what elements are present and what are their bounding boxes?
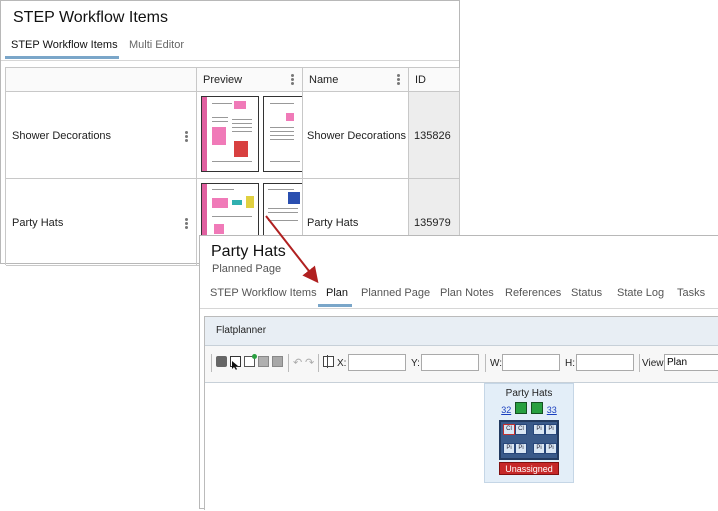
stop-icon[interactable] (216, 356, 227, 367)
next-arrow-icon[interactable] (531, 402, 544, 414)
item-name: Party Hats (307, 217, 359, 229)
page-slot[interactable]: Pi (515, 443, 527, 454)
tab-references[interactable]: References (505, 287, 561, 299)
x-input[interactable] (348, 354, 406, 371)
column-header-name[interactable]: Name (303, 68, 409, 92)
table-row-label-cell[interactable]: Shower Decorations (6, 92, 197, 179)
tab-planned-page[interactable]: Planned Page (361, 287, 430, 299)
panel-title: STEP Workflow Items (13, 9, 168, 26)
prev-page-link[interactable]: 32 (501, 405, 511, 415)
column-menu-icon[interactable] (397, 73, 400, 86)
toolbar-separator (318, 354, 319, 372)
page-thumbnail[interactable] (201, 96, 259, 172)
column-header-blank (6, 68, 197, 92)
view-label: View (642, 358, 664, 369)
w-label: W: (490, 358, 503, 369)
page-slot[interactable]: Pi (503, 443, 515, 454)
name-cell[interactable]: Shower Decorations (303, 92, 409, 179)
page-slot[interactable]: Pi (545, 443, 557, 454)
page-slot[interactable]: Pi (545, 424, 557, 435)
toolbar-separator (288, 354, 289, 372)
next-page-link[interactable]: 33 (547, 405, 557, 415)
card-title: Party Hats (505, 388, 553, 399)
column-header-preview[interactable]: Preview (197, 68, 303, 92)
flatplanner-canvas[interactable]: Party Hats 32 33 Cl Cl Pi Pi Pi Pi Pi Pi (205, 383, 718, 511)
view-select[interactable] (664, 354, 718, 371)
column-header-label: ID (415, 74, 426, 86)
toolbar-separator (211, 354, 212, 372)
select-pointer-icon[interactable] (230, 356, 241, 370)
tab-multi-editor[interactable]: Multi Editor (129, 39, 184, 51)
tab-state-log[interactable]: State Log (617, 287, 664, 299)
preview-cell[interactable] (197, 92, 303, 179)
row-menu-icon[interactable] (185, 217, 188, 230)
redo-icon[interactable]: ↷ (305, 356, 314, 369)
party-hats-detail-panel: Party Hats Planned Page STEP Workflow It… (199, 235, 718, 511)
tab-step-workflow-items[interactable]: STEP Workflow Items (210, 287, 317, 299)
divider (200, 308, 718, 309)
planned-page-card[interactable]: Party Hats 32 33 Cl Cl Pi Pi Pi Pi Pi Pi (484, 383, 574, 483)
y-label: Y: (411, 358, 420, 369)
previous-arrow-icon[interactable] (514, 402, 527, 414)
page-spread[interactable]: Cl Cl Pi Pi Pi Pi Pi Pi (499, 420, 559, 460)
add-page-icon[interactable] (244, 354, 257, 367)
column-menu-icon[interactable] (291, 73, 294, 86)
page-title: Party Hats (211, 243, 286, 260)
column-header-label: Name (309, 74, 339, 86)
page-slot[interactable]: Cl (503, 424, 515, 435)
page-slot[interactable]: Cl (515, 424, 527, 435)
column-header-label: Preview (203, 74, 243, 86)
toolbar-separator (639, 354, 640, 372)
workflow-items-panel: STEP Workflow Items STEP Workflow Items … (0, 0, 460, 266)
row-label: Party Hats (12, 217, 64, 229)
tab-status[interactable]: Status (571, 287, 602, 299)
divider (1, 60, 459, 61)
tab-plan-notes[interactable]: Plan Notes (440, 287, 494, 299)
flatplanner-title: Flatplanner (216, 325, 267, 336)
page-thumbnail[interactable] (263, 96, 302, 172)
grid-icon[interactable] (272, 356, 283, 367)
row-menu-icon[interactable] (185, 130, 188, 143)
toolbar-separator (485, 354, 486, 372)
page-slot[interactable]: Pi (533, 443, 545, 454)
tab-tasks[interactable]: Tasks (677, 287, 705, 299)
tab-bar: STEP Workflow Items Plan Planned Page Pl… (200, 284, 718, 308)
tab-step-workflow-items[interactable]: STEP Workflow Items (11, 39, 118, 51)
item-id: 135979 (414, 217, 451, 229)
flatplanner-header: Flatplanner (205, 317, 718, 346)
x-label: X: (337, 358, 347, 369)
undo-icon[interactable]: ↶ (293, 356, 302, 369)
flatplanner-section: Flatplanner ↶ ↷ X: Y: W: H: View Plan Pa… (204, 316, 718, 511)
page-navigation: 32 33 (485, 402, 573, 415)
id-cell[interactable]: 135826 (409, 92, 460, 179)
row-label: Shower Decorations (12, 130, 112, 142)
active-tab-indicator (318, 304, 352, 307)
flatplanner-toolbar: ↶ ↷ X: Y: W: H: View (205, 346, 718, 383)
tab-plan[interactable]: Plan (326, 287, 348, 299)
active-tab-indicator (5, 56, 119, 59)
page-subtitle: Planned Page (212, 263, 282, 275)
item-id: 135826 (414, 130, 451, 142)
tab-bar: STEP Workflow Items Multi Editor (1, 37, 459, 59)
width-input[interactable] (502, 354, 560, 371)
h-label: H: (565, 358, 575, 369)
column-header-id[interactable]: ID (409, 68, 460, 92)
page-slot[interactable]: Pi (533, 424, 545, 435)
item-name: Shower Decorations (307, 130, 407, 142)
y-input[interactable] (421, 354, 479, 371)
crop-icon[interactable] (323, 355, 334, 368)
page-icon[interactable] (258, 356, 269, 367)
status-badge: Unassigned (499, 462, 559, 475)
table-row-label-cell[interactable]: Party Hats (6, 179, 197, 266)
height-input[interactable] (576, 354, 634, 371)
